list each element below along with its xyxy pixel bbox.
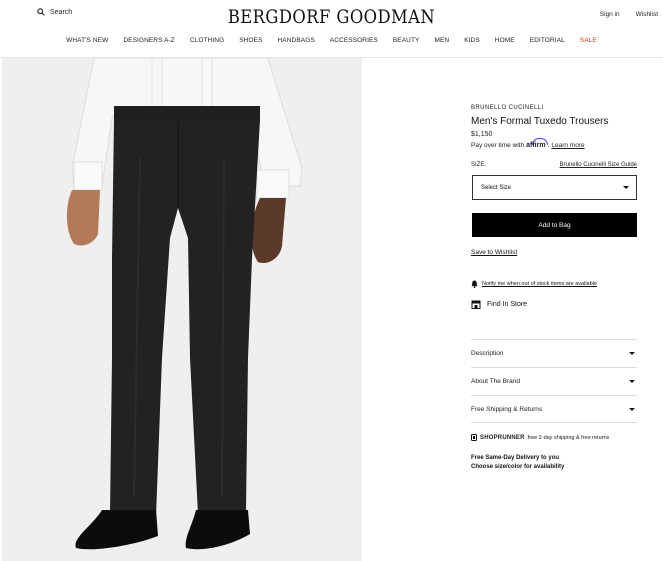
affirm-logo: affirm [526, 138, 549, 149]
nav-item-editorial[interactable]: EDITORIAL [530, 37, 565, 44]
find-in-store-button[interactable]: Find In Store [471, 300, 527, 309]
account-links: Sign in Wishlist [600, 11, 658, 18]
accordion-description-label: Description [471, 350, 504, 357]
product-image[interactable] [2, 58, 362, 561]
store-icon [471, 300, 481, 309]
site-logo[interactable]: BERGDORF GOODMAN [46, 6, 616, 28]
main-nav: WHAT'S NEW DESIGNERS A-Z CLOTHING SHOES … [0, 37, 663, 44]
size-select-value: Select Size [481, 184, 512, 191]
add-to-bag-button[interactable]: Add to Bag [472, 213, 637, 237]
size-select[interactable]: Select Size [472, 175, 637, 200]
same-day-delivery: Free Same-Day Delivery to you Choose siz… [471, 454, 564, 472]
product-brand[interactable]: BRUNELLO CUCINELLI [471, 105, 544, 111]
size-label: SIZE: [471, 162, 487, 168]
nav-item-sale[interactable]: SALE [580, 37, 597, 44]
nav-item-beauty[interactable]: BEAUTY [393, 37, 420, 44]
accordion-about-brand[interactable]: About The Brand [471, 367, 637, 395]
accordion-shipping-label: Free Shipping & Returns [471, 405, 543, 413]
nav-item-designers[interactable]: DESIGNERS A-Z [123, 37, 175, 44]
save-to-wishlist-link[interactable]: Save to Wishlist [471, 249, 517, 256]
chevron-down-icon [623, 186, 629, 189]
accordion-description[interactable]: Description [471, 339, 637, 367]
chevron-down-icon [629, 408, 635, 411]
site-header: Search BERGDORF GOODMAN Sign in Wishlist… [0, 0, 663, 58]
chevron-down-icon [629, 352, 635, 355]
same-day-line-2: Choose size/color for availability [471, 464, 565, 470]
same-day-line-1: Free Same-Day Delivery to you [471, 455, 560, 461]
notify-stock-link[interactable]: Notify me when out of stock items are av… [471, 280, 597, 288]
affirm-prefix: Pay over time with [471, 142, 525, 149]
wishlist-link[interactable]: Wishlist [636, 11, 658, 18]
nav-item-kids[interactable]: KIDS [464, 37, 480, 44]
accordion-about-brand-label: About The Brand [471, 378, 521, 385]
shoprunner-brand: SHOPRUNNER [480, 434, 525, 441]
shoprunner-banner[interactable]: SHOPRUNNER free 2-day shipping & free re… [471, 434, 609, 441]
shoprunner-icon [471, 434, 477, 441]
nav-item-handbags[interactable]: HANDBAGS [278, 37, 315, 44]
size-guide-link[interactable]: Brunello Cucinelli Size Guide [560, 162, 637, 168]
nav-item-men[interactable]: MEN [434, 37, 449, 44]
nav-item-home[interactable]: HOME [495, 37, 515, 44]
sign-in-link[interactable]: Sign in [600, 11, 620, 18]
accordion-shipping-returns[interactable]: Free Shipping & Returns [471, 395, 637, 423]
shoprunner-text: free 2-day shipping & free returns [527, 434, 610, 441]
nav-item-whats-new[interactable]: WHAT'S NEW [66, 37, 108, 44]
search-icon [37, 8, 45, 16]
chevron-down-icon [629, 380, 635, 383]
notify-text: Notify me when out of stock items are av… [482, 281, 597, 287]
affirm-message: Pay over time with affirm. Learn more [471, 138, 585, 149]
find-in-store-label: Find In Store [487, 301, 528, 308]
nav-item-shoes[interactable]: SHOES [239, 37, 262, 44]
nav-item-clothing[interactable]: CLOTHING [190, 37, 224, 44]
nav-item-accessories[interactable]: ACCESSORIES [330, 37, 378, 44]
product-photo-trousers [2, 58, 362, 561]
product-price: $1,150 [471, 131, 493, 138]
bell-icon [471, 280, 478, 288]
affirm-learn-more-link[interactable]: Learn more [551, 142, 584, 149]
product-title: Men's Formal Tuxedo Trousers [471, 116, 609, 127]
